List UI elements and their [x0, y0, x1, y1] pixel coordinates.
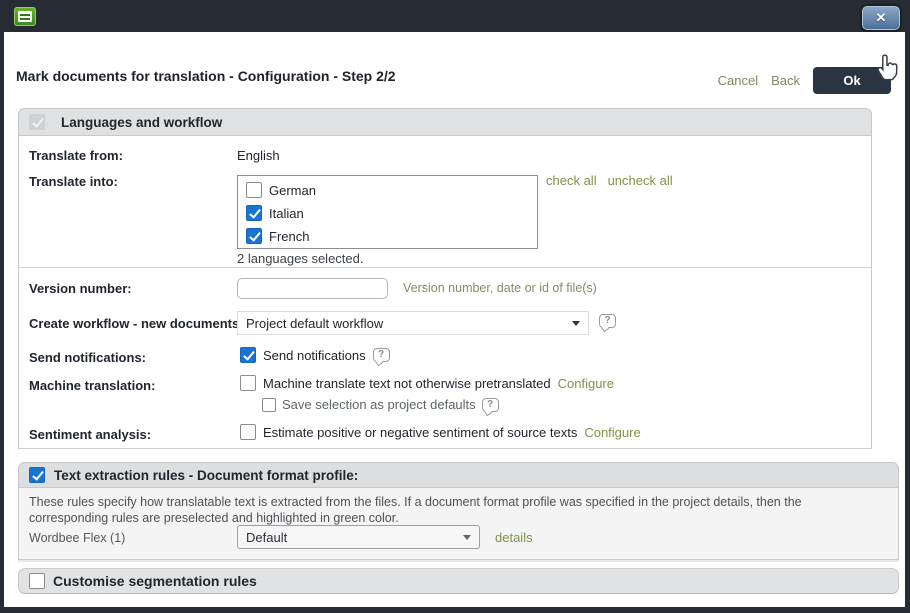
version-number-label: Version number: — [29, 281, 132, 296]
save-defaults-checkbox[interactable] — [262, 398, 276, 412]
send-notifications-help-icon[interactable]: ? — [373, 348, 390, 362]
send-notifications-label: Send notifications: — [29, 350, 146, 365]
section-text-extraction: Text extraction rules - Document format … — [18, 462, 899, 560]
version-number-hint: Version number, date or id of file(s) — [403, 281, 597, 295]
extraction-section-checkbox[interactable] — [29, 467, 45, 483]
translate-from-value: English — [237, 148, 280, 163]
language-checkbox-italian[interactable] — [246, 205, 262, 221]
section-divider — [19, 267, 871, 268]
machine-translation-configure-link[interactable]: Configure — [558, 376, 614, 391]
sentiment-checkbox-label: Estimate positive or negative sentiment … — [263, 425, 577, 440]
extraction-section-header: Text extraction rules - Document format … — [18, 462, 899, 488]
dialog-window: ✕ Mark documents for translation - Confi… — [0, 0, 910, 613]
languages-section-header: Languages and workflow — [18, 108, 872, 136]
language-checkbox-french[interactable] — [246, 228, 262, 244]
send-notifications-checkbox[interactable] — [240, 347, 256, 363]
check-all-link[interactable]: check all — [546, 173, 597, 188]
workflow-help-icon[interactable]: ? — [599, 314, 616, 328]
version-number-input[interactable] — [237, 278, 388, 299]
workflow-dropdown[interactable]: Project default workflow — [237, 311, 589, 335]
format-profile-label: Wordbee Flex (1) — [29, 531, 125, 545]
format-profile-details-link[interactable]: details — [495, 530, 533, 545]
language-label: French — [269, 229, 309, 244]
close-button[interactable]: ✕ — [862, 6, 900, 30]
section-segmentation[interactable]: Customise segmentation rules — [18, 568, 899, 594]
languages-section-checkbox — [29, 114, 45, 130]
sentiment-checkbox[interactable] — [240, 424, 256, 440]
list-item[interactable]: French — [246, 228, 309, 244]
list-item[interactable]: Italian — [246, 205, 304, 221]
workflow-dropdown-value: Project default workflow — [246, 316, 572, 331]
cancel-button[interactable]: Cancel — [718, 73, 758, 88]
sentiment-analysis-label: Sentiment analysis: — [29, 427, 151, 442]
machine-translation-label: Machine translation: — [29, 378, 155, 393]
save-defaults-help-icon[interactable]: ? — [482, 398, 499, 412]
uncheck-all-link[interactable]: uncheck all — [608, 173, 673, 188]
chevron-down-icon — [463, 535, 471, 540]
language-label: German — [269, 183, 316, 198]
list-item[interactable]: German — [246, 182, 316, 198]
send-notifications-checkbox-label: Send notifications — [263, 348, 366, 363]
languages-selected-summary: 2 languages selected. — [237, 251, 363, 266]
language-label: Italian — [269, 206, 304, 221]
segmentation-section-title: Customise segmentation rules — [53, 573, 257, 589]
machine-translation-checkbox-label: Machine translate text not otherwise pre… — [263, 376, 551, 391]
sentiment-configure-link[interactable]: Configure — [584, 425, 640, 440]
translate-from-label: Translate from: — [29, 148, 123, 163]
extraction-section-title: Text extraction rules - Document format … — [54, 468, 358, 483]
extraction-description: These rules specify how translatable tex… — [29, 494, 829, 526]
language-checkbox-german[interactable] — [246, 182, 262, 198]
format-profile-dropdown-value: Default — [246, 530, 463, 545]
format-profile-dropdown[interactable]: Default — [237, 525, 480, 549]
translate-into-listbox[interactable]: German Italian French — [237, 175, 538, 249]
segmentation-checkbox[interactable] — [29, 573, 45, 589]
save-defaults-label: Save selection as project defaults — [282, 397, 476, 412]
machine-translation-checkbox[interactable] — [240, 375, 256, 391]
dialog-content: Mark documents for translation - Configu… — [4, 32, 905, 607]
title-bar: ✕ — [0, 0, 910, 32]
ok-button[interactable]: Ok — [813, 67, 891, 94]
create-workflow-label: Create workflow - new documents: — [29, 316, 244, 331]
section-languages-workflow: Languages and workflow Translate from: E… — [18, 108, 872, 449]
chevron-down-icon — [572, 321, 580, 326]
translate-into-label: Translate into: — [29, 174, 118, 189]
app-window-icon — [14, 7, 36, 26]
back-button[interactable]: Back — [771, 73, 800, 88]
page-title: Mark documents for translation - Configu… — [16, 68, 396, 84]
dialog-actions: Cancel Back Ok — [718, 67, 891, 94]
languages-section-title: Languages and workflow — [61, 115, 222, 130]
